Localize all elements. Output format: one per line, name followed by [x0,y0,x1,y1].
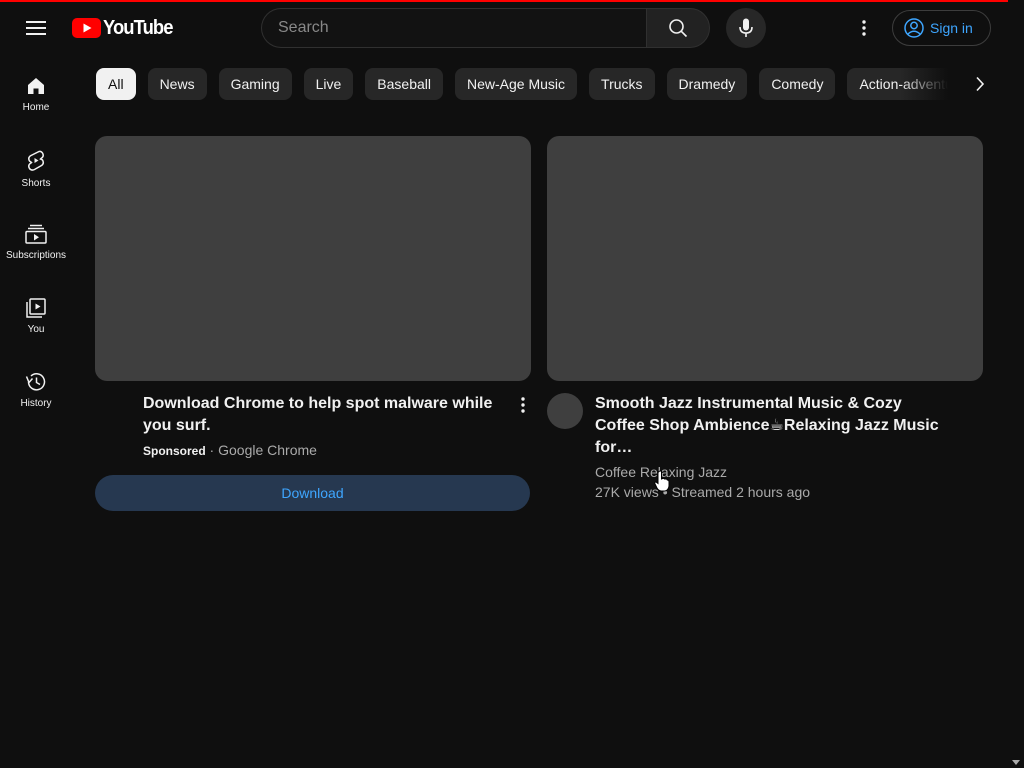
hand-pointer-cursor-icon [654,470,670,492]
video-thumbnail[interactable] [547,136,983,381]
vertical-dots-icon [521,397,525,413]
scroll-down-arrow-icon[interactable] [1012,760,1020,765]
video-card: Smooth Jazz Instrumental Music & Cozy Co… [547,136,983,502]
guide-menu-button[interactable] [20,12,52,44]
search-icon [669,19,688,38]
sidebar-item-label: You [27,324,45,335]
hamburger-menu-icon [26,21,46,35]
chip-action-adventure[interactable]: Action-adventure [847,68,978,100]
ad-more-actions-button[interactable] [511,393,535,417]
sidebar-item-subscriptions[interactable]: Subscriptions [0,204,72,278]
chip-new-age-music[interactable]: New-Age Music [455,68,578,100]
channel-name[interactable]: Coffee Relaxing Jazz [595,462,943,482]
search-input[interactable] [278,19,647,37]
channel-avatar[interactable] [547,393,583,429]
chip-bar-next-button[interactable] [960,68,1000,100]
sign-in-button[interactable]: Sign in [892,10,991,46]
ad-card: Download Chrome to help spot malware whi… [95,136,531,511]
chip-track: All News Gaming Live Baseball New-Age Mu… [96,68,1008,100]
ad-thumbnail[interactable] [95,136,531,381]
history-icon [25,373,46,391]
sidebar-item-label: History [20,398,52,409]
download-button[interactable]: Download [95,475,530,511]
mini-guide-sidebar: Home Shorts Subscriptions You History [0,56,72,426]
chip-news[interactable]: News [147,68,207,100]
search-box[interactable] [261,8,647,48]
microphone-icon [739,18,753,37]
ad-avatar-placeholder [95,393,131,461]
sign-in-label: Sign in [930,20,973,36]
chip-comedy[interactable]: Comedy [759,68,836,100]
video-stats: 27K views • Streamed 2 hours ago [595,484,811,500]
ad-meta: Download Chrome to help spot malware whi… [95,393,531,461]
home-icon [28,78,44,94]
view-count: 27K views [595,484,659,500]
chip-gaming[interactable]: Gaming [218,68,292,100]
video-meta: Smooth Jazz Instrumental Music & Cozy Co… [547,393,983,502]
sponsored-label: Sponsored [143,444,206,458]
chip-dramedy[interactable]: Dramedy [666,68,748,100]
sidebar-item-label: Subscriptions [5,250,67,261]
account-circle-icon [904,18,924,38]
ad-title[interactable]: Download Chrome to help spot malware whi… [143,393,501,437]
page-scrollbar[interactable] [1008,0,1024,768]
masthead: YouTube Sign in [0,2,1008,54]
sidebar-item-history[interactable]: History [0,352,72,426]
youtube-logo[interactable]: YouTube [72,16,179,40]
chip-live[interactable]: Live [303,68,354,100]
settings-more-button[interactable] [848,12,880,44]
category-chip-bar: All News Gaming Live Baseball New-Age Mu… [96,68,1008,100]
shorts-icon [28,150,45,171]
chevron-right-icon [976,76,985,92]
sidebar-item-shorts[interactable]: Shorts [0,130,72,204]
chip-trucks[interactable]: Trucks [589,68,655,100]
ad-text: Download Chrome to help spot malware whi… [143,393,531,461]
you-library-icon [26,298,46,318]
chip-baseball[interactable]: Baseball [365,68,443,100]
ad-byline: Sponsored · Google Chrome [143,442,317,458]
vertical-dots-icon [862,20,866,36]
logo-wordmark: YouTube [103,16,173,39]
video-title[interactable]: Smooth Jazz Instrumental Music & Cozy Co… [595,393,943,459]
sidebar-item-you[interactable]: You [0,278,72,352]
chip-all[interactable]: All [96,68,136,100]
youtube-play-logo-icon [72,18,101,38]
subscriptions-icon [25,224,47,244]
sidebar-item-label: Shorts [21,178,51,189]
sidebar-item-label: Home [22,102,50,113]
ad-advertiser: Google Chrome [218,442,317,458]
sidebar-item-home[interactable]: Home [0,56,72,130]
search-button[interactable] [646,8,710,48]
stream-age: Streamed 2 hours ago [671,484,811,500]
voice-search-button[interactable] [726,8,766,48]
